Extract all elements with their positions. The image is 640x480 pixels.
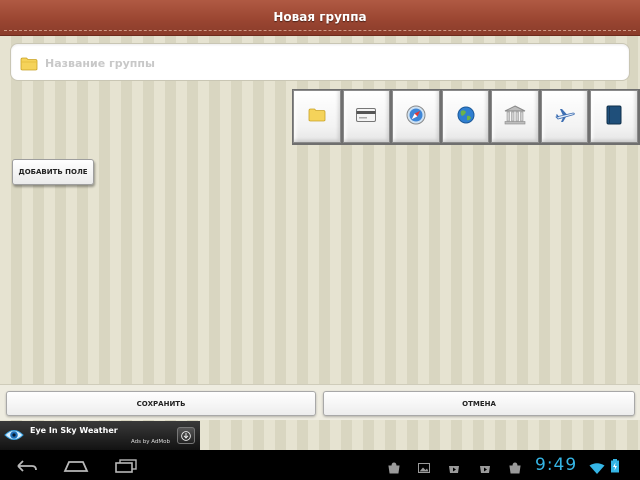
icon-option-globe[interactable] [441, 90, 490, 143]
icon-option-folder[interactable] [293, 90, 341, 143]
folder-icon [20, 56, 38, 75]
card-icon [356, 107, 377, 126]
clock: 9:49 [535, 455, 578, 475]
page-title: Новая группа [273, 10, 367, 24]
icon-option-safari[interactable] [392, 90, 440, 143]
cancel-button[interactable]: ОТМЕНА [323, 391, 635, 416]
bank-icon [504, 104, 526, 129]
download-icon[interactable] [177, 427, 195, 444]
notification-bag-icon [509, 459, 521, 478]
ad-title: Eye In Sky Weather [30, 426, 118, 435]
eye-icon [4, 427, 24, 447]
globe-icon [456, 105, 476, 129]
icon-option-book[interactable] [590, 90, 639, 143]
home-icon[interactable] [63, 458, 89, 477]
notification-image-icon [418, 459, 430, 478]
group-name-field[interactable] [10, 43, 630, 81]
ad-banner[interactable]: Eye In Sky Weather Ads by AdMob [0, 421, 200, 450]
back-icon[interactable] [14, 458, 38, 477]
icon-option-airplane[interactable] [540, 90, 589, 143]
notification-play-icon [479, 459, 491, 478]
save-button[interactable]: СОХРАНИТЬ [6, 391, 316, 416]
battery-icon [610, 458, 620, 477]
safari-icon [406, 105, 426, 129]
action-bar: СОХРАНИТЬ ОТМЕНА [0, 384, 640, 420]
ad-attribution: Ads by AdMob [131, 439, 171, 445]
notification-bag-icon [388, 459, 400, 478]
add-field-button[interactable]: ДОБАВИТЬ ПОЛЕ [12, 159, 94, 185]
wifi-icon [589, 460, 605, 479]
notification-play-icon [448, 459, 460, 478]
title-bar: Новая группа [0, 0, 640, 36]
icon-option-card[interactable] [342, 90, 391, 143]
system-bar: 9:49 [0, 450, 640, 480]
recent-apps-icon[interactable] [114, 458, 138, 477]
airplane-icon [554, 106, 576, 128]
icon-option-bank[interactable] [491, 90, 539, 143]
group-name-input[interactable] [45, 52, 615, 74]
icon-picker [292, 89, 640, 145]
book-icon [606, 105, 622, 129]
folder-icon [308, 107, 326, 126]
